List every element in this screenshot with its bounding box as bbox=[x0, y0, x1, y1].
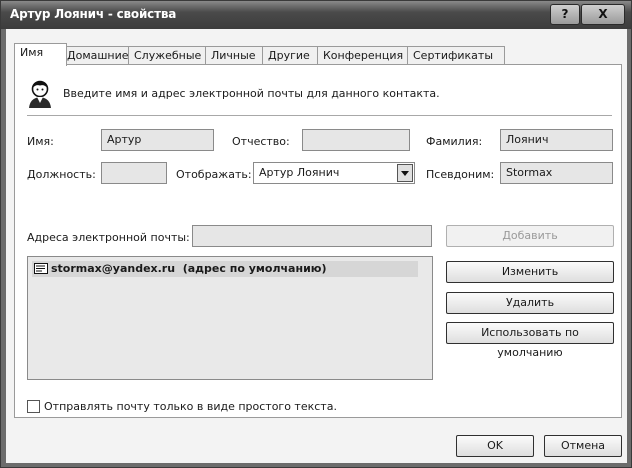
display-select[interactable]: Артур Лоянич bbox=[253, 162, 415, 184]
close-button[interactable]: X bbox=[581, 4, 625, 25]
window-title: Артур Лоянич - свойства bbox=[10, 7, 177, 21]
help-button[interactable]: ? bbox=[550, 4, 580, 25]
nickname-field[interactable]: Stormax bbox=[500, 162, 613, 184]
email-input[interactable] bbox=[192, 225, 432, 247]
chevron-down-icon[interactable] bbox=[397, 164, 413, 182]
email-address-text: stormax@yandex.ru (адрес по умолчанию) bbox=[51, 262, 327, 275]
plain-text-checkbox[interactable] bbox=[27, 400, 40, 413]
first-name-field[interactable]: Артур bbox=[101, 129, 214, 151]
tab-conference[interactable]: Конференция bbox=[317, 46, 414, 65]
ok-button[interactable]: OK bbox=[456, 435, 534, 457]
divider bbox=[27, 115, 612, 116]
tab-home[interactable]: Домашние bbox=[61, 46, 135, 65]
intro-text: Введите имя и адрес электронной почты дл… bbox=[63, 87, 440, 100]
position-label: Должность: bbox=[27, 168, 96, 181]
email-envelope-icon bbox=[34, 263, 48, 277]
contact-person-icon bbox=[25, 79, 55, 112]
first-name-label: Имя: bbox=[27, 135, 54, 148]
last-name-label: Фамилия: bbox=[426, 135, 483, 148]
delete-button[interactable]: Удалить bbox=[446, 292, 614, 314]
plain-text-label: Отправлять почту только в виде простого … bbox=[44, 400, 337, 413]
middle-name-label: Отчество: bbox=[232, 135, 290, 148]
title-bar[interactable]: Артур Лоянич - свойства ? X bbox=[1, 1, 631, 29]
properties-window: Артур Лоянич - свойства ? X Имя Домашние… bbox=[0, 0, 632, 468]
dialog-client-area: Имя Домашние Служебные Личные Другие Кон… bbox=[6, 29, 627, 463]
display-label: Отображать: bbox=[176, 168, 252, 181]
add-button[interactable]: Добавить bbox=[446, 225, 614, 247]
email-list[interactable]: stormax@yandex.ru (адрес по умолчанию) bbox=[27, 256, 433, 380]
edit-button[interactable]: Изменить bbox=[446, 261, 614, 283]
tab-panel-name: Введите имя и адрес электронной почты дл… bbox=[14, 64, 622, 418]
middle-name-field[interactable] bbox=[302, 129, 410, 151]
tab-business[interactable]: Служебные bbox=[128, 46, 211, 65]
cancel-button[interactable]: Отмена bbox=[544, 435, 622, 457]
tab-personal[interactable]: Личные bbox=[205, 46, 269, 65]
last-name-field[interactable]: Лоянич bbox=[500, 129, 613, 151]
tab-other[interactable]: Другие bbox=[262, 46, 324, 65]
email-label: Адреса электронной почты: bbox=[27, 231, 190, 244]
list-item[interactable]: stormax@yandex.ru (адрес по умолчанию) bbox=[32, 261, 418, 277]
nickname-label: Псевдоним: bbox=[426, 168, 495, 181]
display-select-value: Артур Лоянич bbox=[259, 166, 340, 179]
tab-certificates[interactable]: Сертификаты bbox=[407, 46, 505, 65]
position-field[interactable] bbox=[101, 162, 167, 184]
set-default-button[interactable]: Использовать по умолчанию bbox=[446, 322, 614, 359]
tab-name[interactable]: Имя bbox=[14, 43, 67, 66]
